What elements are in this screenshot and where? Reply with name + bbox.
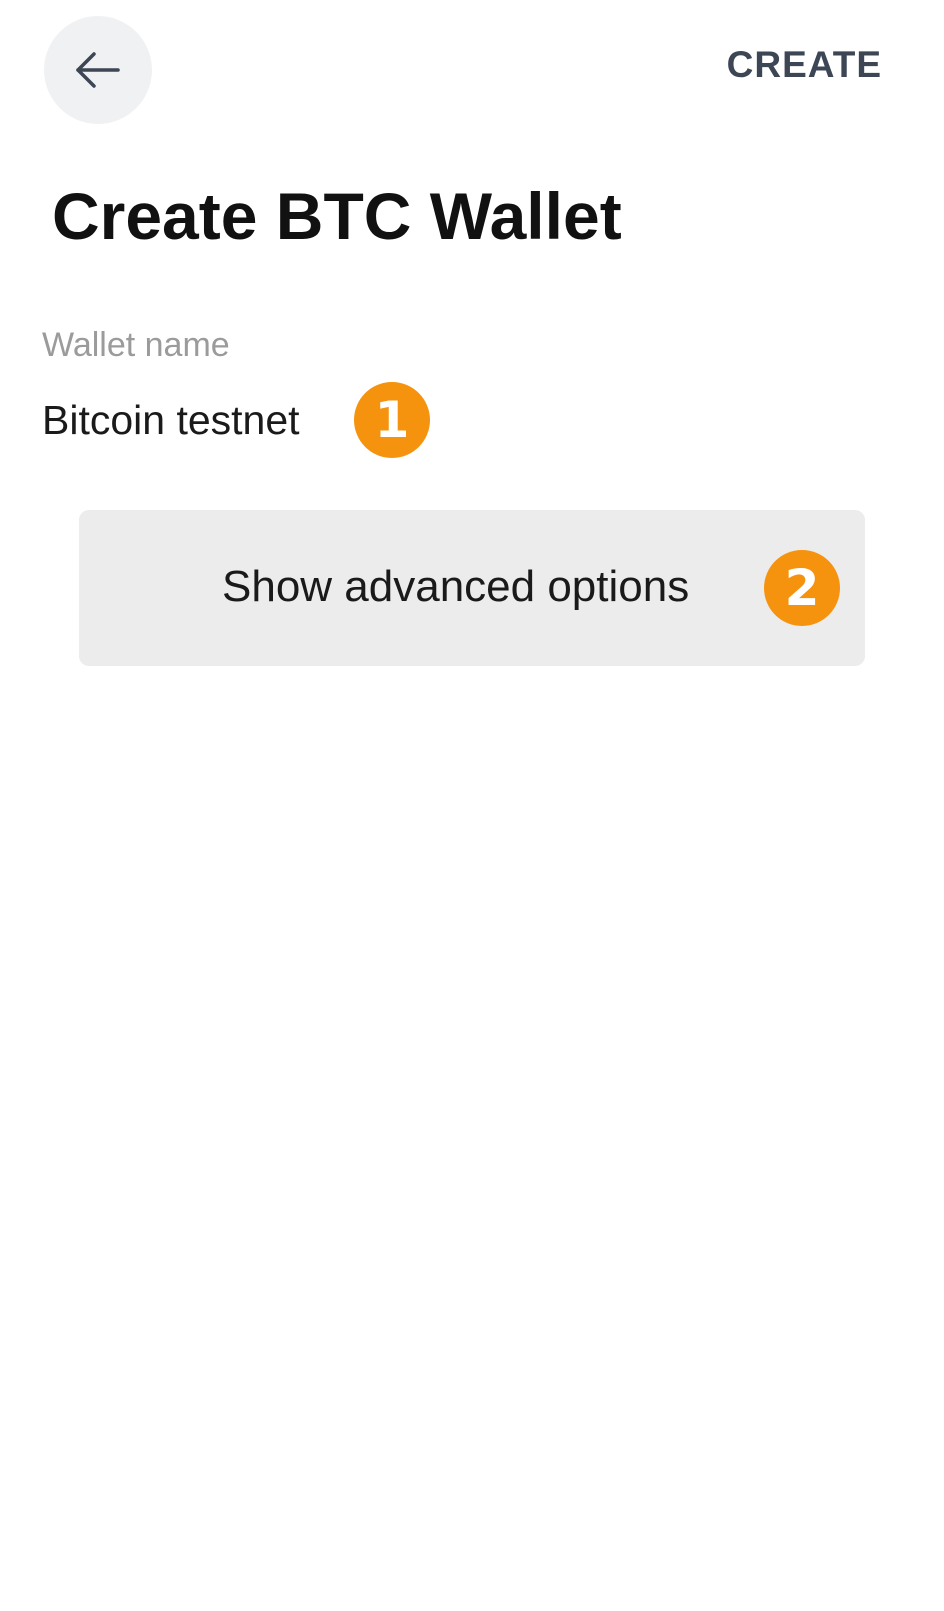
arrow-left-icon xyxy=(76,52,120,88)
back-button[interactable] xyxy=(44,16,152,124)
show-advanced-options-label: Show advanced options xyxy=(222,562,690,611)
create-button[interactable]: CREATE xyxy=(727,44,882,86)
step-marker-1: 1 xyxy=(354,382,430,458)
step-marker-2: 2 xyxy=(764,550,840,626)
wallet-name-field[interactable]: Bitcoin testnet xyxy=(42,397,300,444)
wallet-name-label: Wallet name xyxy=(42,326,230,364)
page-title: Create BTC Wallet xyxy=(52,179,622,253)
